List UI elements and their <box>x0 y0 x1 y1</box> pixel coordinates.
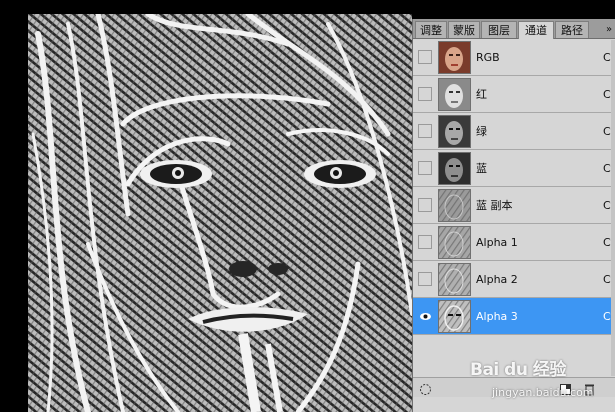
load-selection-icon[interactable] <box>419 381 432 395</box>
channel-name: Alpha 2 <box>476 273 518 286</box>
channel-row-rgb[interactable]: RGB Ctrl <box>413 39 615 76</box>
visibility-toggle[interactable] <box>418 87 432 101</box>
tab-overflow-icon[interactable]: » <box>602 21 615 38</box>
tab-layers[interactable]: 图层 <box>481 21 517 38</box>
visibility-toggle[interactable] <box>418 235 432 249</box>
visibility-toggle[interactable] <box>418 50 432 64</box>
channel-row-blue-copy[interactable]: 蓝 副本 Ctrl <box>413 187 615 224</box>
channel-name: Alpha 1 <box>476 236 518 249</box>
left-eye <box>140 160 212 188</box>
visibility-toggle[interactable] <box>418 309 432 323</box>
channel-name: 红 <box>476 88 487 101</box>
tab-channels[interactable]: 通道 <box>518 21 554 39</box>
document-canvas[interactable] <box>28 14 412 412</box>
channel-list-scrollbar[interactable] <box>611 40 615 376</box>
visibility-toggle[interactable] <box>418 161 432 175</box>
channel-row-alpha-3[interactable]: Alpha 3 Ctrl <box>413 298 615 335</box>
channel-row-green[interactable]: 绿 Ctrl <box>413 113 615 150</box>
channel-row-alpha-2[interactable]: Alpha 2 Ctrl <box>413 261 615 298</box>
channel-name: RGB <box>476 51 500 64</box>
tab-masks[interactable]: 蒙版 <box>448 21 480 38</box>
channel-thumbnail-blue <box>438 152 471 185</box>
watermark-logo: Bai du 经验 <box>470 360 566 380</box>
channel-thumbnail-red <box>438 78 471 111</box>
channel-row-red[interactable]: 红 Ctrl <box>413 76 615 113</box>
channel-name: 蓝 <box>476 162 487 175</box>
visibility-toggle[interactable] <box>418 198 432 212</box>
channel-name: 蓝 副本 <box>476 199 513 212</box>
channel-name: 绿 <box>476 125 487 138</box>
visibility-toggle[interactable] <box>418 272 432 286</box>
channel-row-alpha-1[interactable]: Alpha 1 Ctrl <box>413 224 615 261</box>
channel-row-blue[interactable]: 蓝 Ctrl <box>413 150 615 187</box>
channel-thumbnail-alpha-1 <box>438 226 471 259</box>
alpha-channel-image <box>28 14 412 412</box>
channel-thumbnail-rgb <box>438 41 471 74</box>
workspace-top-gap <box>0 0 615 14</box>
tab-adjustments[interactable]: 调整 <box>415 21 447 38</box>
channel-thumbnail-alpha-2 <box>438 263 471 296</box>
channel-thumbnail-green <box>438 115 471 148</box>
channel-thumbnail-alpha-3 <box>438 300 471 333</box>
tab-paths[interactable]: 路径 <box>555 21 589 38</box>
baidu-jingyan-watermark: Bai du 经验 jingyan.baidu.com <box>470 355 610 407</box>
panel-tab-bar: 调整 蒙版 图层 通道 路径 » <box>413 19 615 39</box>
watermark-url: jingyan.baidu.com <box>492 386 594 399</box>
right-eye <box>304 160 376 188</box>
channels-panel: 调整 蒙版 图层 通道 路径 » RGB Ctrl 红 Ctrl <box>412 19 615 412</box>
channel-thumbnail-blue-copy <box>438 189 471 222</box>
eye-icon <box>420 313 431 320</box>
channel-name: Alpha 3 <box>476 310 518 323</box>
visibility-toggle[interactable] <box>418 124 432 138</box>
